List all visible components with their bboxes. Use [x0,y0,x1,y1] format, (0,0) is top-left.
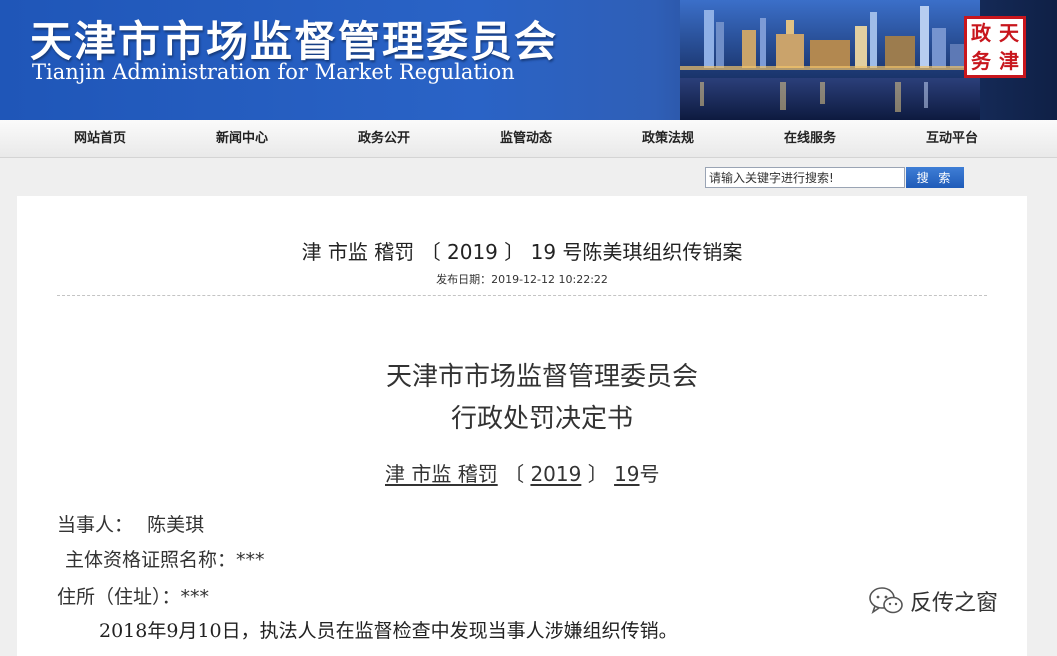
pubdate-value: 2019-12-12 10:22:22 [491,273,608,286]
nav-item-online-service[interactable]: 在线服务 [750,120,870,158]
search-bar: 搜 索 [0,158,1057,196]
site-header: 天津市市场监督管理委员会 Tianjin Administration for … [0,0,1057,120]
nav-item-news[interactable]: 新闻中心 [182,120,302,158]
article-title: 津 市监 稽罚 〔 2019 〕 19 号陈美琪组织传销案 [301,240,743,264]
pubdate-label: 发布日期： [436,273,492,286]
field-value: *** [236,549,265,571]
nav-item-supervision[interactable]: 监管动态 [466,120,586,158]
wechat-icon [869,587,903,614]
watermark-text: 反传之窗 [910,591,999,616]
document-number: 津 市监 稽罚 〔 2019 〕 19号 [385,458,660,487]
nav-item-interaction[interactable]: 互动平台 [892,120,1012,158]
doc-number-open: 〔 [504,462,525,486]
address-field: 住所（住址）：*** [57,582,209,609]
doc-number-num: 19 [614,462,640,486]
document-type: 行政处罚决定书 [450,404,633,434]
field-label: 主体资格证照名称： [65,549,237,571]
party-field: 当事人： 陈美琪 [57,510,204,537]
body-paragraph: 2018年9月10日，执法人员在监督检查中发现当事人涉嫌组织传销。 [99,620,678,642]
logo-char: 津 [999,49,1019,73]
field-label: 当事人： [57,514,134,536]
logo-char: 天 [999,21,1019,45]
city-skyline-image [680,0,980,120]
logo-char: 务 [971,49,991,73]
field-value: 陈美琪 [147,514,205,536]
nav-item-home[interactable]: 网站首页 [40,120,160,158]
doc-number-suffix: 号 [639,462,660,486]
pubdate: 发布日期：2019-12-12 10:22:22 [17,271,1027,287]
field-label: 住所（住址）： [57,586,181,608]
doc-number-close: 〕 [587,462,608,486]
wechat-watermark: 反传之窗 [868,583,998,619]
main-nav: 网站首页 新闻中心 政务公开 监管动态 政策法规 在线服务 互动平台 [0,120,1057,158]
search-button[interactable]: 搜 索 [906,167,964,188]
gov-affairs-logo[interactable]: 政 天 务 津 [964,16,1026,78]
search-input[interactable] [705,167,905,188]
field-value: *** [180,586,210,608]
nav-item-policy[interactable]: 政策法规 [608,120,728,158]
logo-char: 政 [971,21,991,45]
site-title-en: Tianjin Administration for Market Regula… [32,60,515,84]
document-org: 天津市市场监督管理委员会 [385,362,698,392]
divider [57,295,987,296]
doc-number-year: 2019 [530,462,582,486]
doc-number-prefix: 津 市监 稽罚 [385,462,498,486]
license-name-field: 主体资格证照名称：*** [65,545,265,572]
nav-item-gov-affairs[interactable]: 政务公开 [324,120,444,158]
